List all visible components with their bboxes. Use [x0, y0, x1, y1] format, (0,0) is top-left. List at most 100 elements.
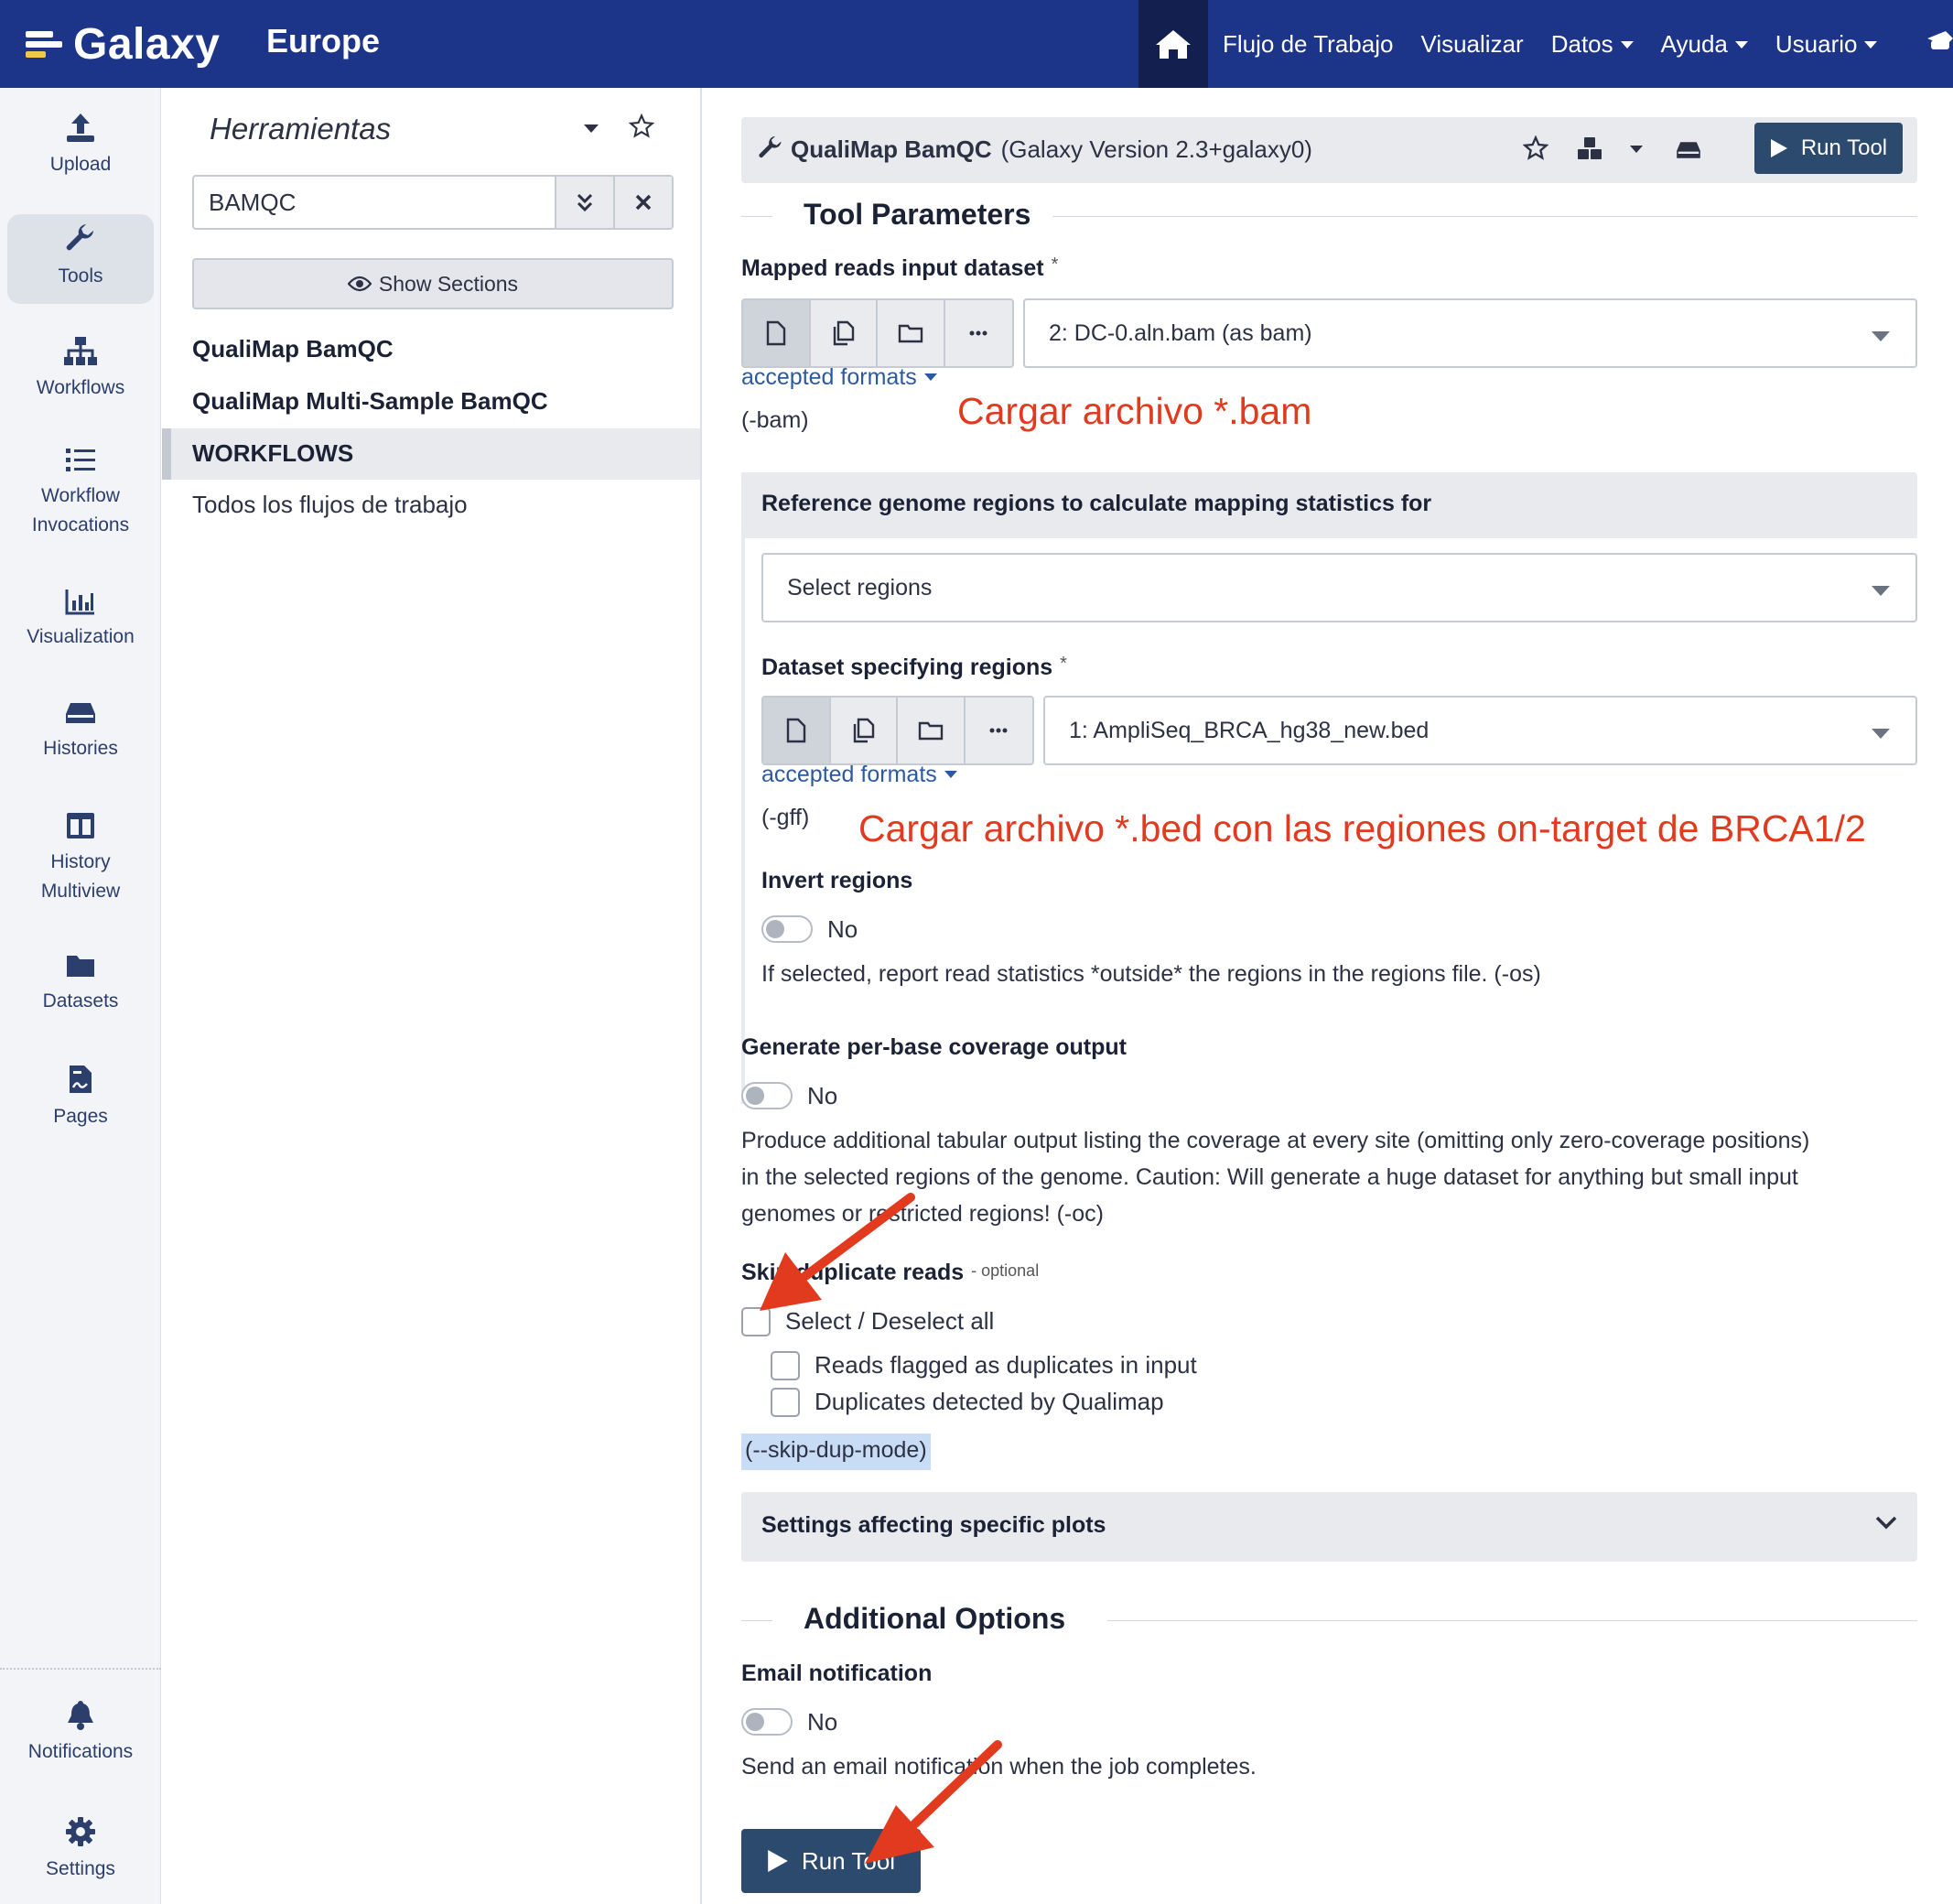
- activity-label: Settings: [46, 1858, 115, 1879]
- nav-user[interactable]: Usuario: [1775, 30, 1878, 59]
- caret-down-icon: [1872, 586, 1890, 596]
- mapped-reads-select[interactable]: 2: DC-0.aln.bam (as bam): [1023, 298, 1917, 368]
- dataset-collection-button[interactable]: [898, 698, 966, 763]
- activity-label: Visualization: [27, 626, 135, 647]
- select-all-checkbox[interactable]: [741, 1307, 771, 1336]
- activity-history-multiview[interactable]: History Multiview: [7, 811, 154, 906]
- clear-search-button[interactable]: [613, 177, 672, 228]
- coverage-help: Produce additional tabular output listin…: [741, 1128, 1810, 1227]
- panel-view-dropdown-icon[interactable]: [584, 124, 599, 133]
- all-workflows-link[interactable]: Todos los flujos de trabajo: [192, 491, 468, 519]
- invert-regions-help: If selected, report read statistics *out…: [761, 961, 1541, 987]
- accepted-formats-toggle[interactable]: accepted formats: [741, 364, 937, 391]
- section-title: Settings affecting specific plots: [761, 1512, 1106, 1538]
- file-contract-icon: [70, 1066, 92, 1093]
- activity-upload[interactable]: Upload: [7, 112, 154, 179]
- home-button[interactable]: [1138, 0, 1208, 88]
- legend-title: Additional Options: [800, 1602, 1070, 1636]
- nav-help[interactable]: Ayuda: [1661, 30, 1748, 59]
- run-tool-button-top[interactable]: Run Tool: [1754, 123, 1903, 174]
- activity-label: Workflows: [36, 377, 125, 398]
- show-sections-button[interactable]: Show Sections: [192, 258, 674, 309]
- activity-workflows[interactable]: Workflows: [7, 335, 154, 403]
- brand[interactable]: Galaxy: [26, 16, 220, 71]
- wrench-icon: [66, 224, 93, 251]
- activity-notifications[interactable]: Notifications: [7, 1699, 154, 1767]
- tool-search-input[interactable]: [194, 177, 555, 228]
- skip-dup-argument: (--skip-dup-mode): [741, 1433, 931, 1470]
- tool-name: QualiMap BamQC: [791, 135, 992, 163]
- tool-panel: Herramientas Show Sections QualiMap BamQ…: [162, 88, 702, 1904]
- tool-parameters-legend: Tool Parameters: [741, 198, 1917, 234]
- coverage-label: Generate per-base coverage output: [741, 1034, 1127, 1060]
- section-header-workflows[interactable]: WORKFLOWS: [162, 428, 700, 480]
- accepted-formats-toggle[interactable]: accepted formats: [761, 762, 957, 788]
- nav-data[interactable]: Datos: [1551, 30, 1634, 59]
- dataset-collection-button[interactable]: [878, 300, 945, 366]
- email-notification-toggle[interactable]: [741, 1708, 793, 1736]
- activity-label: Workflow Invocations: [31, 485, 130, 536]
- play-icon: [768, 1850, 788, 1872]
- wrench-icon: [759, 135, 782, 158]
- play-icon: [1770, 139, 1787, 157]
- activity-settings[interactable]: Settings: [7, 1816, 154, 1884]
- galaxy-logo-icon: [26, 26, 62, 62]
- more-options-button[interactable]: [945, 300, 1012, 366]
- run-tool-button[interactable]: Run Tool: [741, 1829, 921, 1893]
- regions-select[interactable]: Select regions: [761, 553, 1917, 622]
- files-icon: [834, 320, 855, 346]
- activity-pages[interactable]: Pages: [7, 1064, 154, 1131]
- caret-down-icon: [1734, 40, 1748, 49]
- activity-tools[interactable]: Tools: [7, 214, 154, 304]
- cubes-icon[interactable]: [1576, 135, 1603, 161]
- star-icon[interactable]: [1523, 135, 1548, 161]
- tool-search: [192, 175, 674, 230]
- activity-bar: Upload Tools Workflows Workflow Invocati…: [0, 88, 161, 1904]
- activity-visualization[interactable]: Visualization: [7, 588, 154, 652]
- activity-histories[interactable]: Histories: [7, 699, 154, 763]
- nav-workflow[interactable]: Flujo de Trabajo: [1223, 30, 1393, 59]
- email-notification-help: Send an email notification when the job …: [741, 1754, 1257, 1780]
- multiple-datasets-button[interactable]: [811, 300, 878, 366]
- files-icon: [854, 718, 875, 743]
- activity-label: Datasets: [42, 990, 119, 1012]
- activity-label: Histories: [43, 738, 118, 759]
- invert-regions-toggle[interactable]: [761, 915, 813, 943]
- file-icon: [786, 718, 805, 743]
- activity-workflow-invocations[interactable]: Workflow Invocations: [7, 447, 154, 540]
- ellipsis-icon: [989, 728, 1008, 733]
- caret-down-icon[interactable]: [1629, 145, 1644, 154]
- graduation-cap-icon[interactable]: [1926, 27, 1953, 57]
- sitemap-icon: [64, 337, 97, 365]
- home-icon: [1156, 30, 1191, 59]
- duplicates-qualimap-checkbox[interactable]: [771, 1388, 800, 1417]
- tool-result-link[interactable]: QualiMap Multi-Sample BamQC: [192, 387, 548, 416]
- dataset-regions-select[interactable]: 1: AmpliSeq_BRCA_hg38_new.bed: [1043, 696, 1917, 765]
- advanced-search-button[interactable]: [555, 177, 613, 228]
- more-options-button[interactable]: [966, 698, 1032, 763]
- regions-section-header: Reference genome regions to calculate ma…: [741, 472, 1917, 538]
- single-dataset-button[interactable]: [763, 698, 831, 763]
- invert-regions-label: Invert regions: [761, 868, 913, 893]
- coverage-toggle[interactable]: [741, 1082, 793, 1109]
- single-dataset-button[interactable]: [743, 300, 811, 366]
- file-icon: [766, 320, 785, 346]
- chart-bar-icon: [65, 590, 94, 615]
- plots-settings-section[interactable]: Settings affecting specific plots: [741, 1492, 1917, 1562]
- star-icon[interactable]: [629, 114, 654, 139]
- multiple-datasets-button[interactable]: [831, 698, 898, 763]
- activity-datasets[interactable]: Datasets: [7, 952, 154, 1016]
- nav-visualize[interactable]: Visualizar: [1420, 30, 1523, 59]
- hdd-icon[interactable]: [1675, 139, 1702, 161]
- caret-down-icon: [1872, 729, 1890, 739]
- tool-panel-title: Herramientas: [210, 112, 392, 146]
- folder-icon: [67, 956, 94, 977]
- duplicates-input-checkbox[interactable]: [771, 1351, 800, 1380]
- brand-name: Galaxy: [73, 19, 221, 69]
- tool-form: QualiMap BamQC (Galaxy Version 2.3+galaxy…: [703, 88, 1953, 1904]
- bell-icon: [68, 1701, 93, 1730]
- eye-icon: [347, 276, 372, 292]
- cog-icon: [66, 1817, 95, 1846]
- tool-result-link[interactable]: QualiMap BamQC: [192, 335, 394, 363]
- folder-open-icon: [898, 324, 923, 343]
